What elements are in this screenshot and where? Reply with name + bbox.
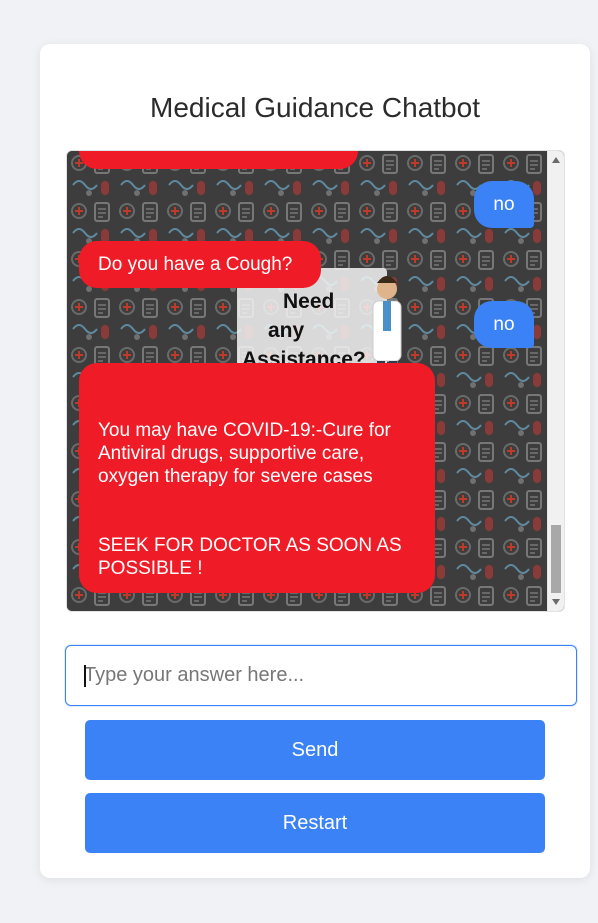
user-message-text: no (493, 314, 515, 335)
diagnosis-text: You may have COVID-19:-Cure for Antivira… (98, 420, 391, 487)
seek-doctor-text: SEEK FOR DOCTOR AS SOON AS POSSIBLE ! (98, 535, 402, 579)
restart-button[interactable]: Restart (85, 793, 545, 853)
poster-line-2: any (268, 319, 305, 342)
bot-message-3: You may have COVID-19:-Cure for Antivira… (79, 363, 435, 593)
page-title: Medical Guidance Chatbot (150, 92, 480, 123)
user-message-text: no (493, 194, 515, 215)
chat-scrollbar[interactable] (547, 151, 564, 611)
answer-input[interactable] (65, 645, 577, 706)
user-message-2: no (474, 301, 534, 348)
bot-message-1 (79, 151, 358, 169)
bot-message-2: Do you have a Cough? (79, 241, 321, 288)
scroll-thumb[interactable] (551, 525, 561, 593)
poster-line-1: Need (283, 290, 335, 313)
assistance-poster-text: Need any Assistance? (242, 287, 385, 374)
text-caret (84, 665, 86, 687)
send-button[interactable]: Send (85, 720, 545, 780)
scroll-down-arrow-icon[interactable] (552, 599, 560, 605)
chat-window[interactable]: Need any Assistance? no Do you have a Co… (66, 150, 565, 612)
bot-message-text: Do you have a Cough? (98, 254, 293, 275)
scroll-up-arrow-icon[interactable] (552, 157, 560, 163)
user-message-1: no (474, 181, 534, 228)
chatbot-card: Medical Guidance Chatbot Need any Assist… (40, 44, 590, 878)
